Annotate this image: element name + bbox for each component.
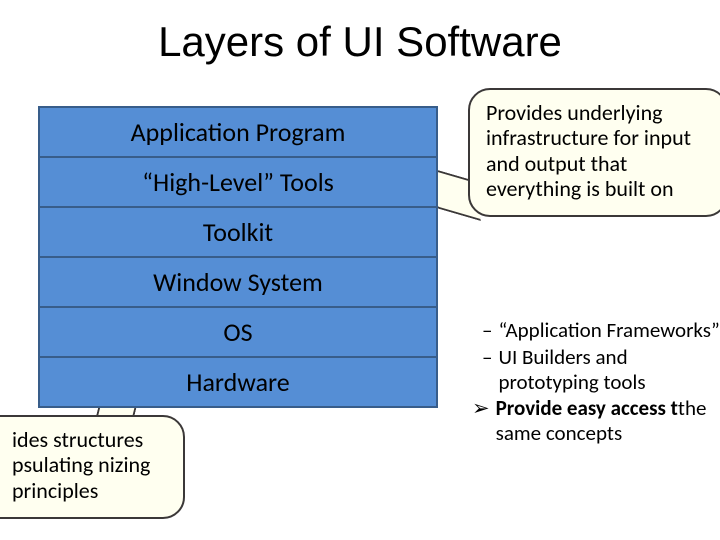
layer-window-system: Window System: [38, 256, 438, 308]
list-item-text: UI Builders and prototyping tools: [498, 345, 720, 395]
layer-toolkit: Toolkit: [38, 206, 438, 258]
layer-stack: Application Program “High-Level” Tools T…: [38, 108, 438, 408]
dash-icon: –: [482, 318, 492, 343]
layer-hardware: Hardware: [38, 356, 438, 408]
callout-infrastructure: Provides underlying infrastructure for i…: [468, 88, 720, 217]
list-item-text: “Application Frameworks”: [498, 318, 720, 343]
callout-structures: ides structures psulating nizing princip…: [0, 415, 185, 519]
list-item: ➢ Provide easy access tthe same concepts: [472, 396, 720, 446]
layer-application-program: Application Program: [38, 106, 438, 158]
slide-title: Layers of UI Software: [0, 0, 720, 76]
layer-os: OS: [38, 306, 438, 358]
layer-high-level-tools: “High-Level” Tools: [38, 156, 438, 208]
list-item: – UI Builders and prototyping tools: [472, 345, 720, 395]
list-item-text: Provide easy access tthe same concepts: [496, 396, 720, 446]
arrow-icon: ➢: [472, 396, 490, 446]
tools-description-list: – “Application Frameworks” – UI Builders…: [472, 318, 720, 448]
dash-icon: –: [482, 345, 492, 395]
list-item: – “Application Frameworks”: [472, 318, 720, 343]
